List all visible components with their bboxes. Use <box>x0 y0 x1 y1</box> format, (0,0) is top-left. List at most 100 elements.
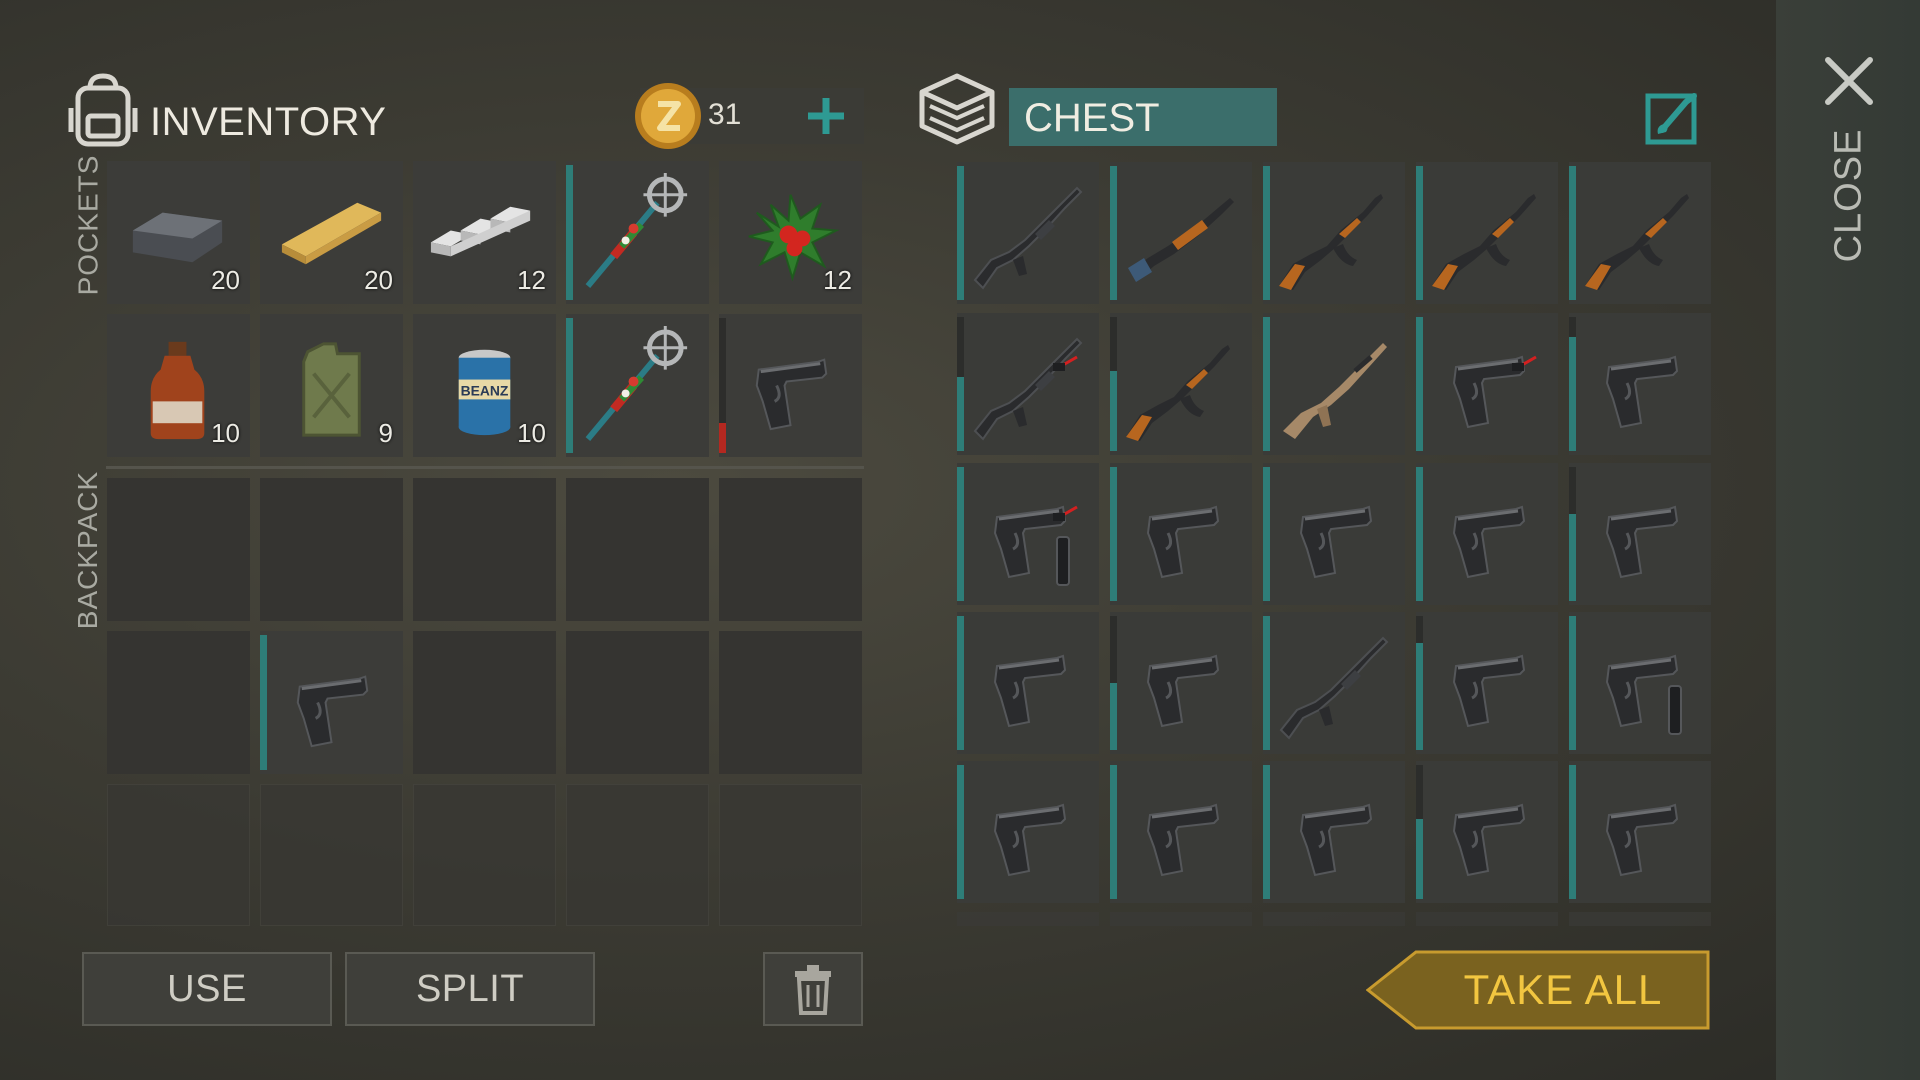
pocket-slot[interactable]: 10 <box>107 314 250 457</box>
durability-bar <box>1416 765 1423 899</box>
backpack-slot-locked <box>413 784 556 926</box>
use-button[interactable]: USE <box>82 952 332 1026</box>
chest-slot[interactable] <box>957 463 1099 605</box>
pistol-silencer-icon <box>1605 654 1682 735</box>
gas-canister-icon <box>301 341 362 438</box>
inventory-title: INVENTORY <box>150 100 387 144</box>
chest-slot-partial <box>1110 912 1252 926</box>
chest-slot[interactable] <box>1110 162 1252 304</box>
chest-slot[interactable] <box>1110 313 1252 455</box>
chest-slot[interactable] <box>1416 761 1558 903</box>
ak-rifle-icon <box>1585 194 1689 290</box>
chest-slot[interactable] <box>957 162 1099 304</box>
chest-slot[interactable] <box>1110 761 1252 903</box>
chest-title: CHEST <box>1024 96 1160 140</box>
durability-bar <box>1263 317 1270 451</box>
chest-slot[interactable] <box>1110 463 1252 605</box>
backpack-slot[interactable] <box>107 478 250 621</box>
chest-slot[interactable] <box>1569 463 1711 605</box>
pistol-extended-icon <box>1146 803 1220 877</box>
item-count: 10 <box>517 418 546 448</box>
durability-bar <box>1569 616 1576 750</box>
backpack-slot[interactable] <box>413 478 556 621</box>
m4-rifle-icon <box>1280 637 1388 739</box>
durability-bar <box>1569 317 1576 451</box>
durability-bar <box>1110 616 1117 750</box>
pistol-icon <box>1299 505 1373 579</box>
durability-bar <box>566 165 573 300</box>
pocket-slot[interactable] <box>566 314 709 457</box>
chest-slot[interactable] <box>1263 463 1405 605</box>
durability-bar <box>1263 616 1270 750</box>
chest-slot[interactable] <box>1416 463 1558 605</box>
pistol-icon <box>755 358 828 431</box>
chest-slot[interactable] <box>1569 162 1711 304</box>
item-count: 20 <box>211 265 240 295</box>
backpack-slot[interactable] <box>566 631 709 774</box>
pocket-slot[interactable] <box>719 314 862 457</box>
backpack-slot[interactable] <box>719 478 862 621</box>
close-label[interactable]: CLOSE <box>1814 128 1884 262</box>
durability-bar <box>1416 166 1423 300</box>
durability-bar <box>1263 166 1270 300</box>
backpack-slot[interactable] <box>260 478 403 621</box>
edit-brush-icon[interactable] <box>1644 90 1700 146</box>
chest-slot[interactable] <box>1569 761 1711 903</box>
durability-bar <box>1416 467 1423 601</box>
pocket-slot[interactable]: 20 <box>260 161 403 304</box>
backpack-slot-locked <box>260 784 403 926</box>
backpack-slot[interactable] <box>413 631 556 774</box>
pistol-icon <box>993 803 1067 877</box>
backpack-slot[interactable] <box>566 478 709 621</box>
take-all-label: TAKE ALL <box>1463 966 1663 1013</box>
chest-slot[interactable] <box>1416 612 1558 754</box>
item-count: 12 <box>823 265 852 295</box>
close-icon[interactable] <box>1822 54 1876 108</box>
trash-button[interactable] <box>763 952 863 1026</box>
chest-slot[interactable] <box>1110 612 1252 754</box>
festive-staff-icon <box>574 169 701 296</box>
durability-bar <box>957 317 964 451</box>
chest-slot[interactable] <box>1263 313 1405 455</box>
chest-slot[interactable] <box>1263 761 1405 903</box>
chest-slot[interactable] <box>1569 313 1711 455</box>
pistol-icon <box>1452 505 1526 579</box>
split-button[interactable]: SPLIT <box>345 952 595 1026</box>
pistol-icon <box>1452 803 1526 877</box>
chest-icon <box>919 73 995 145</box>
durability-bar <box>1110 765 1117 899</box>
take-all-button[interactable]: TAKE ALL <box>1366 950 1710 1030</box>
pocket-slot[interactable]: 20 <box>107 161 250 304</box>
pocket-slot[interactable]: 12 <box>719 161 862 304</box>
chest-slot[interactable] <box>957 761 1099 903</box>
pocket-slot[interactable] <box>566 161 709 304</box>
durability-bar <box>1263 765 1270 899</box>
pocket-slot[interactable]: 12 <box>413 161 556 304</box>
pistol-icon <box>1605 803 1679 877</box>
pockets-divider <box>106 466 864 469</box>
backpack-slot[interactable] <box>719 631 862 774</box>
backpack-slot-locked <box>719 784 862 926</box>
chest-slot[interactable] <box>957 612 1099 754</box>
durability-bar <box>1569 765 1576 899</box>
chest-slot[interactable] <box>1263 162 1405 304</box>
chest-slot[interactable] <box>1569 612 1711 754</box>
chest-slot[interactable] <box>1263 612 1405 754</box>
pocket-slot[interactable]: 10 <box>413 314 556 457</box>
chest-slot[interactable] <box>957 313 1099 455</box>
chest-slot-partial <box>1569 912 1711 926</box>
backpack-slot[interactable] <box>260 631 403 774</box>
m4-rifle-icon <box>974 187 1082 289</box>
chest-slot[interactable] <box>1416 313 1558 455</box>
pistol-laser-silencer-icon <box>993 505 1079 586</box>
pocket-slot[interactable]: 9 <box>260 314 403 457</box>
ak-rifle-icon <box>1432 194 1536 290</box>
pistol-icon <box>296 675 369 748</box>
chest-slot[interactable] <box>1416 162 1558 304</box>
coin-count: 31 <box>708 98 742 131</box>
backpack-slot[interactable] <box>107 631 250 774</box>
plus-icon[interactable] <box>800 92 852 140</box>
pistol-laser-icon <box>1452 355 1538 429</box>
backpack-slot-locked <box>107 784 250 926</box>
coin-icon <box>635 83 701 149</box>
